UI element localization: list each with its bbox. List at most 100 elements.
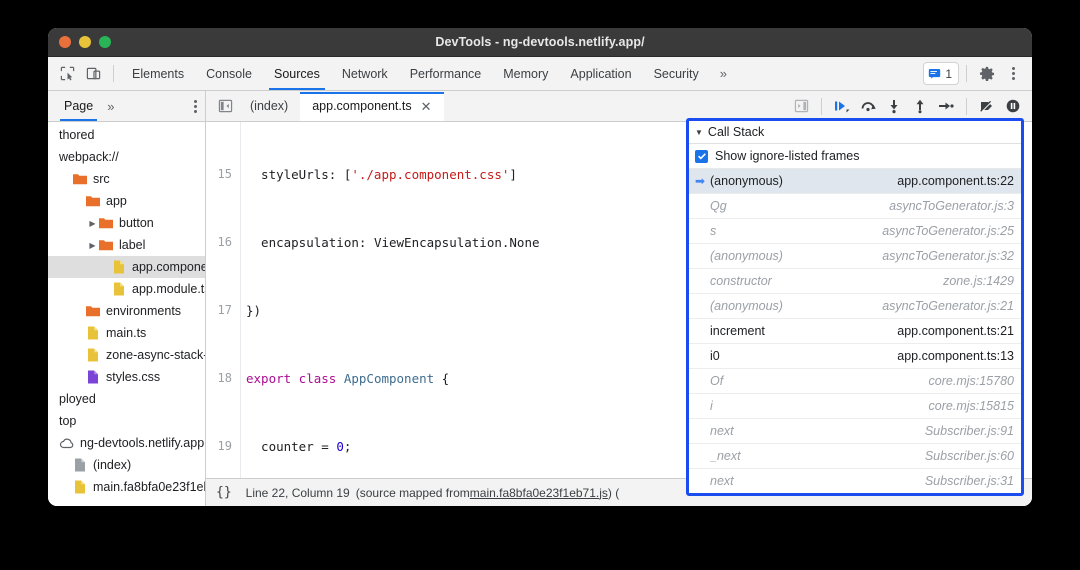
close-icon[interactable]: ✕ bbox=[421, 100, 432, 113]
call-stack-frame[interactable]: next Subscriber.js:31 bbox=[689, 469, 1021, 493]
call-stack-frame[interactable]: next Subscriber.js:91 bbox=[689, 419, 1021, 444]
call-stack-header[interactable]: ▼ Call Stack bbox=[689, 121, 1021, 144]
source-map-link[interactable]: main.fa8bfa0e23f1eb71.js bbox=[470, 486, 608, 500]
call-stack-frame[interactable]: (anonymous) asyncToGenerator.js:32 bbox=[689, 244, 1021, 269]
chevron-down-icon[interactable]: ▼ bbox=[695, 128, 703, 137]
navigator-pane[interactable]: thored webpack:// src app ▶ button ▶ label app.c… bbox=[48, 122, 206, 506]
file-icon bbox=[114, 282, 124, 296]
device-toolbar-icon[interactable] bbox=[80, 62, 106, 86]
tab-network[interactable]: Network bbox=[331, 58, 399, 90]
tab-security[interactable]: Security bbox=[643, 58, 710, 90]
call-stack-frame[interactable]: (anonymous) asyncToGenerator.js:21 bbox=[689, 294, 1021, 319]
file-tree-item-label: environments bbox=[106, 304, 182, 318]
title-bar: DevTools - ng-devtools.netlify.app/ bbox=[48, 28, 1032, 57]
more-tabs-button[interactable]: » bbox=[710, 58, 737, 90]
call-stack-frame[interactable]: increment app.component.ts:21 bbox=[689, 319, 1021, 344]
call-stack-frame-name: (anonymous) bbox=[710, 249, 783, 263]
file-tree-item[interactable]: src bbox=[48, 168, 205, 190]
tab-console[interactable]: Console bbox=[195, 58, 263, 90]
file-tree-item-label: app.module.ts bbox=[132, 282, 206, 296]
tab-elements[interactable]: Elements bbox=[121, 58, 195, 90]
file-tree-item-label: zone-async-stack-ta bbox=[106, 348, 205, 362]
call-stack-frame[interactable]: i core.mjs:15815 bbox=[689, 394, 1021, 419]
show-debugger-sidebar-icon[interactable] bbox=[788, 94, 814, 118]
call-stack-frame-location: core.mjs:15815 bbox=[928, 399, 1014, 413]
file-tree-item[interactable]: ployed bbox=[48, 388, 205, 410]
file-tree-item[interactable]: ng-devtools.netlify.app bbox=[48, 432, 205, 454]
file-tree-item-label: ployed bbox=[59, 392, 96, 406]
cursor-position: Line 22, Column 19 bbox=[245, 485, 350, 500]
step-over-next-function-call-icon[interactable] bbox=[855, 94, 881, 118]
call-stack-frame[interactable]: _next Subscriber.js:60 bbox=[689, 444, 1021, 469]
step-out-of-current-function-icon[interactable] bbox=[907, 94, 933, 118]
file-tree-item[interactable]: (index) bbox=[48, 454, 205, 476]
call-stack-frame-name: increment bbox=[710, 324, 765, 338]
file-tree-item[interactable]: environments bbox=[48, 300, 205, 322]
editor-tab-index[interactable]: (index) bbox=[238, 92, 300, 121]
file-tree-item[interactable]: ▶ button bbox=[48, 212, 205, 234]
gear-icon[interactable] bbox=[974, 62, 1000, 86]
console-messages-count: 1 bbox=[945, 66, 952, 81]
maximize-window-button[interactable] bbox=[99, 36, 111, 48]
kebab-menu-icon[interactable] bbox=[1000, 62, 1026, 86]
navigator-more-tabs-button[interactable]: » bbox=[99, 90, 122, 122]
file-tree-item-label: top bbox=[59, 414, 77, 428]
disclosure-triangle-icon[interactable]: ▶ bbox=[87, 219, 98, 228]
step-into-next-function-call-icon[interactable] bbox=[881, 94, 907, 118]
call-stack-frame[interactable]: Qg asyncToGenerator.js:3 bbox=[689, 194, 1021, 219]
call-stack-frame-name: i bbox=[710, 399, 713, 413]
toolbar-divider-2 bbox=[966, 65, 967, 82]
call-stack-frame-name: (anonymous) bbox=[710, 299, 783, 313]
file-tree-item-label: label bbox=[119, 238, 146, 252]
disclosure-triangle-icon[interactable]: ▶ bbox=[87, 241, 98, 250]
inspect-element-icon[interactable] bbox=[54, 62, 80, 86]
close-window-button[interactable] bbox=[59, 36, 71, 48]
call-stack-frame[interactable]: ➡ (anonymous) app.component.ts:22 bbox=[689, 169, 1021, 194]
navigator-kebab-menu-icon[interactable] bbox=[194, 99, 197, 113]
file-tree-item[interactable]: app.module.ts bbox=[48, 278, 206, 300]
call-stack-frame[interactable]: constructor zone.js:1429 bbox=[689, 269, 1021, 294]
navigator-tab-page[interactable]: Page bbox=[58, 92, 99, 121]
file-tree-item[interactable]: app bbox=[48, 190, 205, 212]
pause-on-exceptions-icon[interactable] bbox=[1000, 94, 1026, 118]
editor-tab-app-component-ts[interactable]: app.component.ts ✕ bbox=[300, 91, 444, 121]
step-icon[interactable] bbox=[933, 94, 959, 118]
call-stack-frame[interactable]: s asyncToGenerator.js:25 bbox=[689, 219, 1021, 244]
console-messages-badge[interactable]: 1 bbox=[923, 62, 959, 85]
file-tree-item[interactable]: styles.css bbox=[48, 366, 205, 388]
show-ignore-listed-frames-label: Show ignore-listed frames bbox=[715, 149, 860, 163]
file-tree-item[interactable]: main.fa8bfa0e23f1eb bbox=[48, 476, 205, 498]
show-ignore-listed-frames-checkbox[interactable] bbox=[695, 149, 708, 163]
line-number: 19 bbox=[217, 439, 232, 453]
call-stack-frame[interactable]: Of core.mjs:15780 bbox=[689, 369, 1021, 394]
debug-toolbar-divider-2 bbox=[966, 97, 967, 115]
tab-memory[interactable]: Memory bbox=[492, 58, 559, 90]
tab-sources[interactable]: Sources bbox=[263, 58, 331, 90]
file-tree-item[interactable]: top bbox=[48, 410, 205, 432]
call-stack-frame-name: next bbox=[710, 424, 734, 438]
file-tree-item[interactable]: main.ts bbox=[48, 322, 205, 344]
file-tree-item-label: app bbox=[106, 194, 127, 208]
call-stack-frame-location: app.component.ts:13 bbox=[897, 349, 1014, 363]
file-icon bbox=[88, 348, 98, 362]
call-stack-frame[interactable]: i0 app.component.ts:13 bbox=[689, 344, 1021, 369]
resume-script-execution-icon[interactable] bbox=[829, 94, 855, 118]
file-tree-item[interactable]: zone-async-stack-ta bbox=[48, 344, 205, 366]
call-stack-frame-name: constructor bbox=[710, 274, 772, 288]
show-navigator-icon[interactable] bbox=[212, 94, 238, 118]
file-icon bbox=[75, 458, 85, 472]
file-tree-item[interactable]: app.component.ts bbox=[48, 256, 205, 278]
minimize-window-button[interactable] bbox=[79, 36, 91, 48]
pretty-print-icon[interactable]: {} bbox=[216, 485, 232, 500]
call-stack-frame-name: _next bbox=[710, 449, 741, 463]
show-ignore-listed-frames-row[interactable]: Show ignore-listed frames bbox=[689, 144, 1021, 169]
file-icon bbox=[88, 370, 98, 384]
file-tree-item[interactable]: ▶ label bbox=[48, 234, 205, 256]
tab-application[interactable]: Application bbox=[559, 58, 642, 90]
editor-tabbar: (index) app.component.ts ✕ bbox=[206, 91, 1032, 121]
file-tree-item[interactable]: thored bbox=[48, 124, 205, 146]
file-tree-item[interactable]: webpack:// bbox=[48, 146, 205, 168]
call-stack-frame-location: core.mjs:15780 bbox=[928, 374, 1014, 388]
deactivate-breakpoints-icon[interactable] bbox=[974, 94, 1000, 118]
tab-performance[interactable]: Performance bbox=[399, 58, 493, 90]
